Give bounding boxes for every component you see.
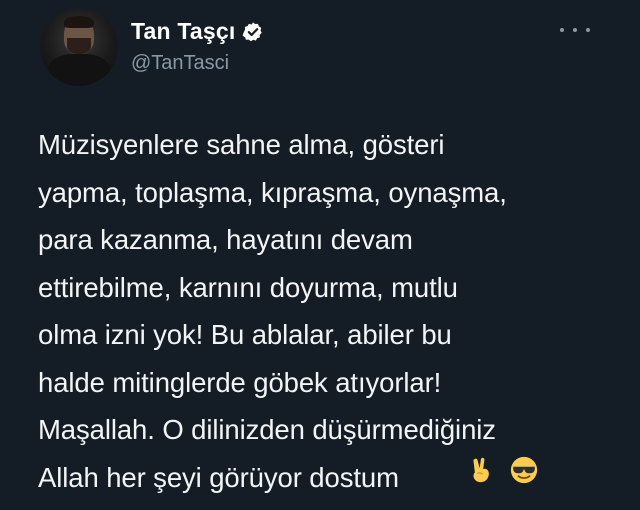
avatar-hair xyxy=(64,16,94,28)
tweet-text: Müzisyenlere sahne alma, gösteri yapma, … xyxy=(38,129,507,493)
victory-hand-emoji xyxy=(473,457,489,483)
author-display-name[interactable]: Tan Taşçı xyxy=(131,18,235,45)
tweet-card: Tan Taşçı @TanTasci Müzisyenlere sahne a… xyxy=(0,0,640,510)
tweet-emojis xyxy=(467,455,539,485)
author-handle[interactable]: @TanTasci xyxy=(131,52,229,75)
more-dot xyxy=(573,28,577,32)
verified-badge-icon xyxy=(243,21,263,41)
sunglasses-face-emoji xyxy=(510,456,538,484)
more-dot xyxy=(586,28,590,32)
more-options-icon[interactable] xyxy=(560,20,590,40)
avatar-body xyxy=(48,54,110,86)
more-dot xyxy=(560,28,564,32)
author-name-row: Tan Taşçı xyxy=(131,18,264,45)
avatar[interactable] xyxy=(40,8,118,86)
avatar-beard xyxy=(67,38,91,54)
